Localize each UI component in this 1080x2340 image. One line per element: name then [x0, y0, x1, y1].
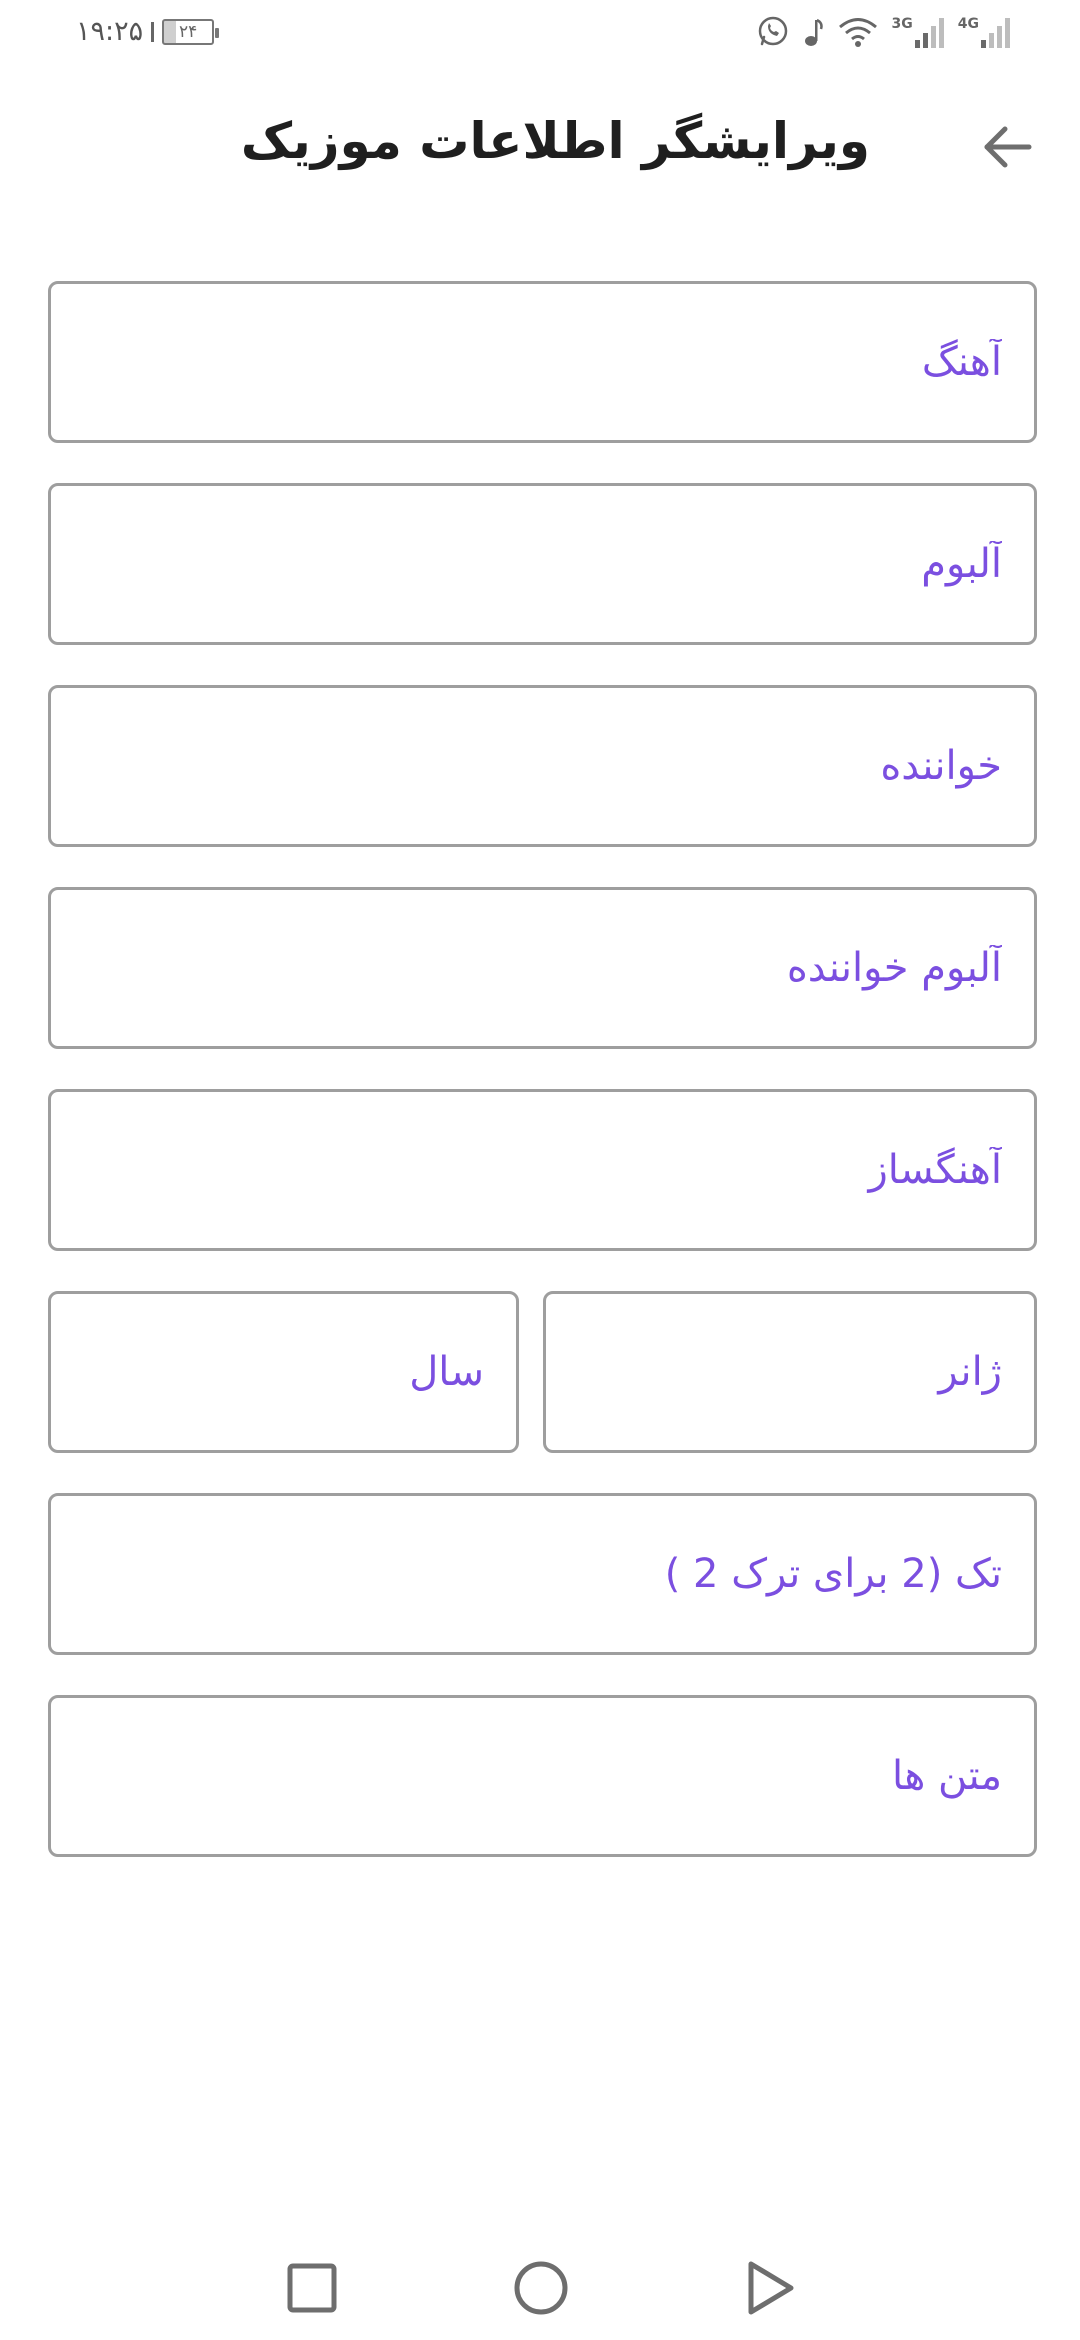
- status-bar: ۱۹:۲۵ ۲۴ 3G 4G: [0, 0, 1080, 70]
- battery-fill: [164, 20, 176, 43]
- artist-field[interactable]: [48, 685, 1037, 847]
- song-field[interactable]: [48, 281, 1037, 443]
- lyrics-field[interactable]: [48, 1695, 1037, 1857]
- home-button[interactable]: [501, 2248, 581, 2328]
- year-field[interactable]: [48, 1291, 519, 1453]
- composer-input[interactable]: [51, 1092, 1034, 1248]
- battery-icon: ۲۴: [162, 18, 220, 45]
- wifi-icon: [838, 16, 878, 48]
- album-input[interactable]: [51, 486, 1034, 642]
- year-input[interactable]: [51, 1294, 516, 1450]
- app-header: ویرایشگر اطلاعات موزیک: [0, 100, 1080, 190]
- battery-separator: [151, 21, 155, 42]
- track-input[interactable]: [51, 1496, 1034, 1652]
- artist-input[interactable]: [51, 688, 1034, 844]
- clock: ۱۹:۲۵: [76, 16, 144, 47]
- signal-3g-icon: 3G: [892, 16, 944, 48]
- track-field[interactable]: [48, 1493, 1037, 1655]
- back-triangle-icon: [748, 2261, 794, 2315]
- genre-input[interactable]: [546, 1294, 1034, 1450]
- music-note-icon: [804, 16, 824, 48]
- genre-field[interactable]: [543, 1291, 1037, 1453]
- home-circle-icon: [514, 2261, 568, 2315]
- battery-percent: ۲۴: [178, 21, 198, 42]
- status-bar-right: 3G 4G: [756, 14, 1010, 48]
- status-bar-left: ۱۹:۲۵ ۲۴: [76, 16, 220, 47]
- album-artist-input[interactable]: [51, 890, 1034, 1046]
- recents-button[interactable]: [272, 2248, 352, 2328]
- arrow-left-icon: [984, 126, 1032, 168]
- lyrics-input[interactable]: [51, 1698, 1034, 1854]
- recents-square-icon: [287, 2263, 337, 2313]
- system-nav-bar: [0, 2240, 1080, 2340]
- song-input[interactable]: [51, 284, 1034, 440]
- network-4g-label: 4G: [957, 16, 979, 32]
- signal-4g-icon: 4G: [958, 16, 1010, 48]
- album-artist-field[interactable]: [48, 887, 1037, 1049]
- network-3g-label: 3G: [891, 16, 913, 32]
- back-button[interactable]: [972, 112, 1042, 182]
- nav-back-button[interactable]: [731, 2248, 811, 2328]
- whatsapp-icon: [756, 14, 790, 48]
- page-title: ویرایشگر اطلاعات موزیک: [240, 112, 870, 170]
- album-field[interactable]: [48, 483, 1037, 645]
- composer-field[interactable]: [48, 1089, 1037, 1251]
